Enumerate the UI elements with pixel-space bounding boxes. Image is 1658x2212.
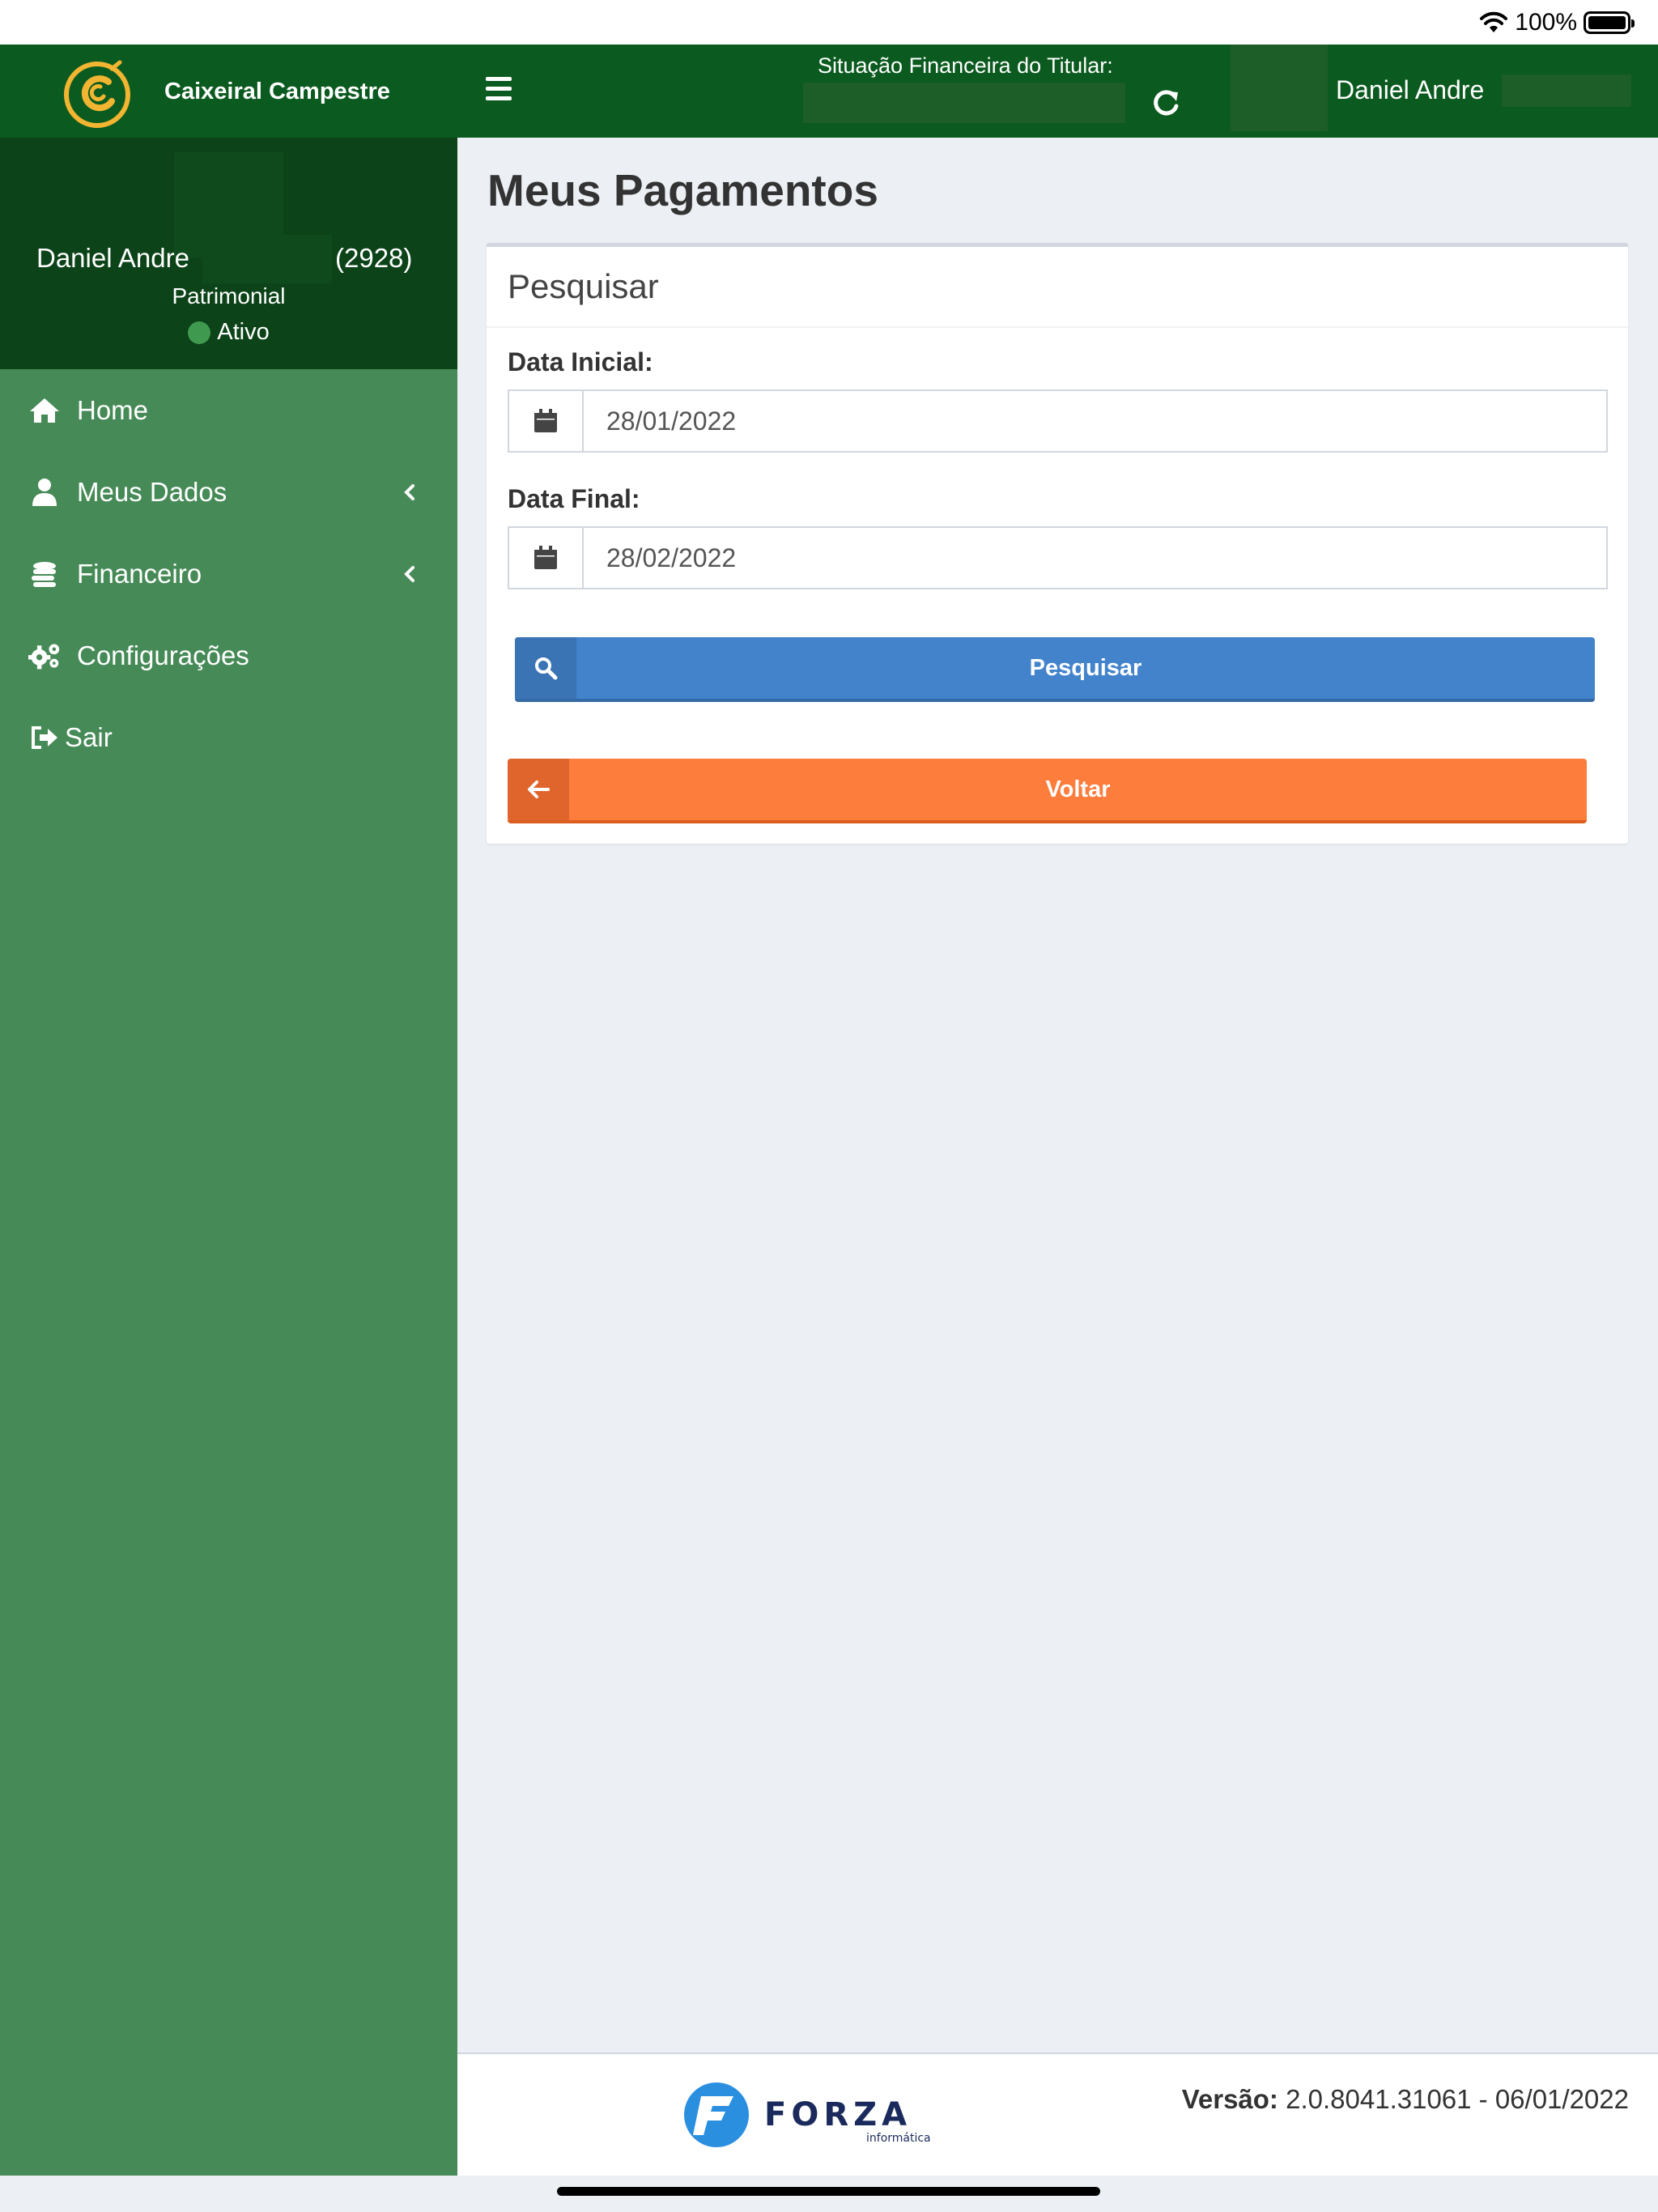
- sidebar-menu: Home Meus Dados Financeiro Configurações…: [0, 369, 457, 778]
- version-info: Versão: 2.0.8041.31061 - 06/01/2022: [1182, 2084, 1629, 2115]
- user-panel-id: (2928): [335, 243, 413, 273]
- user-panel-plan: Patrimonial: [172, 283, 286, 308]
- arrow-left-icon: [508, 759, 569, 820]
- sidebar-item-label: Meus Dados: [77, 476, 227, 507]
- chevron-left-icon: [404, 565, 414, 582]
- user-panel-status: Ativo: [0, 319, 457, 346]
- sidebar-item-configuracoes[interactable]: Configurações: [0, 615, 457, 696]
- financial-status-label: Situação Financeira do Titular:: [818, 53, 1113, 78]
- sidebar-item-label: Financeiro: [77, 558, 202, 589]
- gears-icon: [28, 640, 61, 672]
- end-date-group: [508, 526, 1608, 589]
- brand-name: Caixeiral Campestre: [164, 79, 390, 104]
- user-panel-name: Daniel Andre: [36, 243, 189, 273]
- brand[interactable]: Caixeiral Campestre: [0, 45, 457, 138]
- battery-percent: 100%: [1515, 9, 1577, 36]
- sidebar-item-sair[interactable]: Sair: [0, 696, 457, 778]
- financial-status-redacted: [803, 83, 1125, 123]
- calendar-icon[interactable]: [509, 391, 584, 451]
- chevron-left-icon: [404, 483, 414, 500]
- sidebar-item-financeiro[interactable]: Financeiro: [0, 533, 457, 615]
- sidebar-item-label: Sair: [65, 721, 113, 752]
- sidebar-item-meus-dados[interactable]: Meus Dados: [0, 451, 457, 533]
- user-avatar[interactable]: [1231, 45, 1328, 131]
- home-icon: [28, 394, 61, 427]
- sidebar: Daniel Andre (2928) Patrimonial Ativo Ho…: [0, 138, 457, 2176]
- sidebar-item-label: Configurações: [77, 640, 249, 670]
- menu-toggle-button[interactable]: [486, 77, 512, 101]
- club-logo-icon: [64, 60, 130, 128]
- sidebar-item-home[interactable]: Home: [0, 369, 457, 451]
- user-icon: [28, 476, 61, 508]
- top-header: Caixeiral Campestre Situação Financeira …: [0, 45, 1658, 138]
- page-title: Meus Pagamentos: [487, 165, 878, 215]
- version-value: 2.0.8041.31061 - 06/01/2022: [1286, 2084, 1629, 2114]
- search-box: Pesquisar Data Inicial: Data Final:: [487, 243, 1628, 844]
- calendar-icon[interactable]: [509, 528, 584, 588]
- status-dot-icon: [188, 321, 211, 344]
- sidebar-item-label: Home: [77, 394, 149, 425]
- forza-logo-text: FORZA: [764, 2096, 912, 2133]
- status-bar: 100%: [0, 0, 1658, 45]
- user-status-label: Ativo: [217, 319, 270, 345]
- start-date-group: [508, 389, 1608, 453]
- search-button-label: Pesquisar: [1029, 654, 1142, 681]
- search-box-title: Pesquisar: [508, 267, 659, 305]
- back-button[interactable]: Voltar: [508, 759, 1587, 823]
- search-icon: [515, 637, 576, 699]
- back-button-label: Voltar: [1045, 776, 1111, 802]
- start-date-label: Data Inicial:: [508, 347, 653, 376]
- end-date-input[interactable]: [584, 528, 1606, 588]
- user-surname-redacted: [202, 235, 332, 283]
- divider: [487, 326, 1628, 328]
- forza-logo: FORZA informática: [684, 2082, 931, 2147]
- end-date-label: Data Final:: [508, 484, 640, 513]
- footer: FORZA informática Versão: 2.0.8041.31061…: [457, 2052, 1658, 2176]
- header-user-redacted: [1502, 74, 1631, 107]
- sign-out-icon: [28, 721, 61, 754]
- header-user-name[interactable]: Daniel Andre: [1336, 75, 1484, 105]
- start-date-input[interactable]: [584, 391, 1606, 451]
- user-panel: Daniel Andre (2928) Patrimonial Ativo: [0, 138, 457, 369]
- status-bar-right: 100%: [1479, 6, 1635, 39]
- search-button[interactable]: Pesquisar: [515, 637, 1595, 702]
- forza-logo-subtext: informática: [866, 2132, 931, 2145]
- wifi-icon: [1480, 11, 1508, 32]
- version-label: Versão:: [1181, 2084, 1278, 2114]
- refresh-icon[interactable]: [1148, 85, 1184, 121]
- coins-icon: [28, 558, 61, 590]
- battery-icon: [1584, 11, 1635, 34]
- home-indicator: [557, 2187, 1100, 2196]
